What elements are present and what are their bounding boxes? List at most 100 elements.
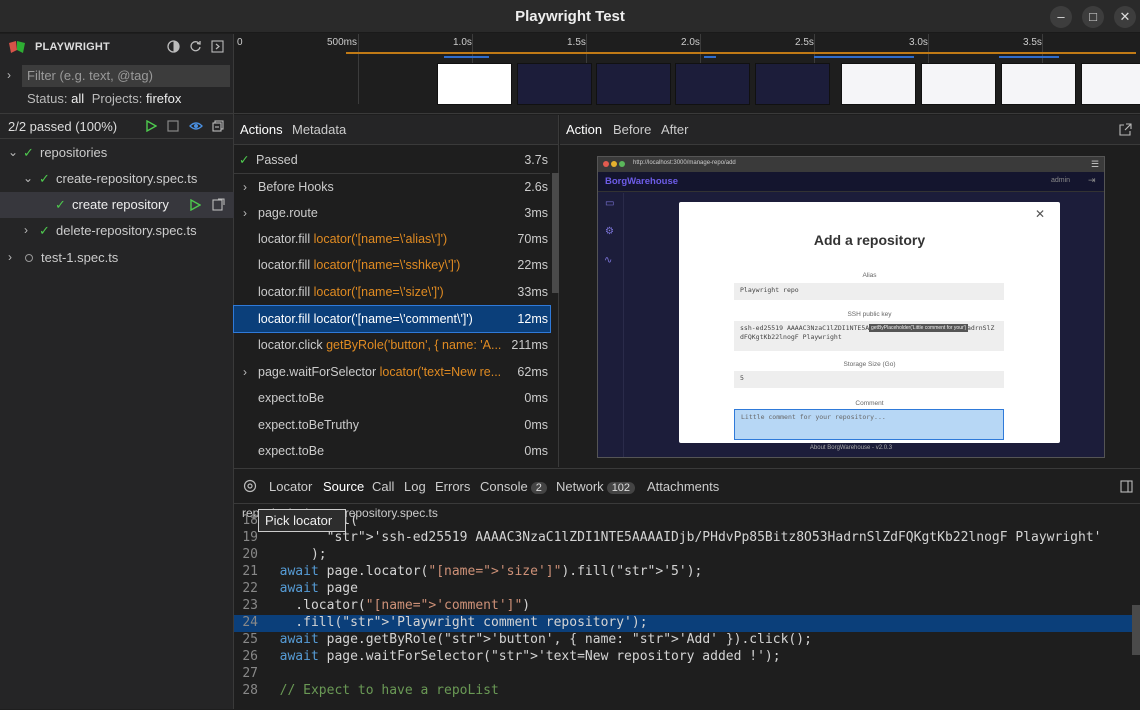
tree-item-create-spec[interactable]: ⌄ ✓ create-repository.spec.ts (0, 166, 234, 192)
timeline-tick: 500ms (327, 37, 358, 48)
tab-console[interactable]: Console 2 (480, 479, 547, 494)
timeline-tick: 1.5s (567, 37, 586, 48)
source-code-view[interactable]: 18 .fill(19 "str">'ssh-ed25519 AAAAC3Nza… (234, 513, 1140, 710)
status-value[interactable]: all (71, 91, 84, 106)
passed-row: ✓ Passed 3.7s (234, 147, 550, 173)
size-field: 5 (734, 371, 1004, 388)
status-line[interactable]: Status: all Projects: firefox (27, 91, 181, 106)
action-name: page.waitForSelector (258, 365, 377, 379)
action-row[interactable]: › page.waitForSelector locator('text=New… (234, 359, 550, 385)
summary-row: 2/2 passed (100%) (0, 113, 234, 139)
timeline-thumbnail[interactable] (596, 63, 671, 105)
chevron-right-icon[interactable]: › (243, 180, 247, 194)
line-number: 27 (242, 666, 258, 681)
action-row[interactable]: expect.toBeTruthy 0ms (234, 412, 550, 438)
action-row[interactable]: locator.fill locator('[name=\'size\']') … (234, 279, 550, 305)
action-row-selected[interactable]: locator.fill locator('[name=\'comment\']… (233, 305, 551, 333)
tab-network[interactable]: Network 102 (556, 479, 636, 494)
code-text: await page.locator("[name=">'size']").fi… (279, 564, 703, 579)
collapse-all-icon[interactable] (212, 120, 224, 132)
tree-item-create-repository[interactable]: ✓ create repository (0, 192, 234, 218)
watch-all-icon[interactable] (189, 120, 203, 132)
tree-item-test-1[interactable]: › test-1.spec.ts (0, 245, 234, 271)
action-row[interactable]: › Before Hooks 2.6s (234, 174, 550, 200)
action-name: expect.toBe (258, 391, 325, 405)
tab-network-label: Network (556, 479, 604, 494)
code-line: 25 await page.getByRole("str">'button', … (234, 632, 1132, 649)
action-time: 62ms (517, 365, 548, 379)
snapshot-tabs: Action Before After (560, 115, 1140, 145)
snapshot-browser[interactable]: http://localhost:3000/manage-repo/add ☰ … (597, 156, 1105, 458)
stop-icon[interactable] (167, 120, 179, 132)
tree-item-delete-spec[interactable]: › ✓ delete-repository.spec.ts (0, 218, 234, 244)
timeline[interactable]: 0 500ms 1.0s 1.5s 2.0s 2.5s 3.0s 3.5s (234, 34, 1140, 114)
pick-locator-icon[interactable] (243, 479, 257, 493)
projects-value[interactable]: firefox (146, 91, 181, 106)
minimize-button[interactable]: – (1050, 6, 1072, 28)
timeline-network-bar (814, 56, 914, 58)
tab-before[interactable]: Before (613, 122, 651, 137)
close-button[interactable]: ✕ (1114, 6, 1136, 28)
modal-title: Add a repository (813, 232, 926, 248)
network-count-badge: 102 (606, 482, 636, 494)
reload-icon[interactable] (189, 40, 202, 53)
run-test-icon[interactable] (190, 199, 201, 211)
timeline-action-bar (346, 52, 1136, 54)
timeline-thumbnail[interactable] (1081, 63, 1140, 105)
code-line: 27 (234, 666, 1132, 683)
timeline-thumbnail[interactable] (517, 63, 592, 105)
tab-errors[interactable]: Errors (435, 479, 470, 494)
maximize-button[interactable]: □ (1082, 6, 1104, 28)
tab-source[interactable]: Source (323, 479, 364, 494)
code-line: 23 .locator("[name=">'comment']") (234, 598, 1132, 615)
tab-metadata[interactable]: Metadata (292, 122, 346, 137)
chevron-right-icon[interactable]: › (243, 206, 247, 220)
tab-after[interactable]: After (661, 122, 688, 137)
brand-name: BorgWarehouse (605, 176, 679, 187)
expand-filters-icon[interactable]: › (7, 68, 11, 82)
window-title: Playwright Test (515, 8, 625, 25)
toggle-sidebar-icon[interactable] (1120, 480, 1133, 493)
tab-attachments[interactable]: Attachments (647, 479, 719, 494)
theme-toggle-icon[interactable] (167, 40, 180, 53)
open-external-icon[interactable] (1119, 123, 1132, 136)
go-to-source-icon[interactable] (212, 198, 225, 211)
chevron-down-icon[interactable]: ⌄ (8, 145, 18, 159)
tab-actions[interactable]: Actions (240, 122, 283, 137)
bottom-panel: Locator Source Call Log Errors Console 2 … (234, 468, 1140, 709)
action-row[interactable]: expect.toBe 0ms (234, 385, 550, 411)
action-time: 3ms (524, 206, 548, 220)
timeline-thumbnail[interactable] (755, 63, 830, 105)
sidebar-header: PLAYWRIGHT (0, 34, 234, 61)
action-row[interactable]: › page.route 3ms (234, 200, 550, 226)
alias-label: Alias (862, 272, 877, 279)
tab-call[interactable]: Call (372, 479, 394, 494)
actions-scrollbar[interactable] (552, 173, 559, 293)
timeline-thumbnail[interactable] (675, 63, 750, 105)
timeline-thumbnail[interactable] (437, 63, 512, 105)
action-row[interactable]: locator.click getByRole('button', { name… (234, 332, 550, 358)
chevron-right-icon[interactable]: › (8, 250, 12, 264)
action-locator: getByRole('button', { name: 'A... (326, 338, 502, 352)
code-scrollbar[interactable] (1132, 605, 1140, 655)
tree-item-repositories[interactable]: ⌄ ✓ repositories (0, 140, 234, 166)
run-all-icon[interactable] (145, 120, 157, 132)
tab-action[interactable]: Action (566, 122, 602, 137)
action-row[interactable]: locator.fill locator('[name=\'alias\']')… (234, 226, 550, 252)
chevron-right-icon[interactable]: › (24, 223, 28, 237)
timeline-thumbnail[interactable] (1001, 63, 1076, 105)
tab-log[interactable]: Log (404, 479, 426, 494)
action-time: 0ms (524, 418, 548, 432)
status-label: Status: (27, 91, 68, 106)
chevron-right-icon[interactable]: › (243, 365, 247, 379)
filter-input[interactable]: Filter (e.g. text, @tag) (22, 65, 230, 87)
action-time: 22ms (517, 258, 548, 272)
action-row[interactable]: expect.toBe 0ms (234, 438, 550, 464)
toggle-output-icon[interactable] (211, 40, 224, 53)
chevron-down-icon[interactable]: ⌄ (23, 171, 33, 185)
action-time: 0ms (524, 391, 548, 405)
timeline-thumbnail[interactable] (841, 63, 916, 105)
timeline-thumbnail[interactable] (921, 63, 996, 105)
action-row[interactable]: locator.fill locator('[name=\'sshkey\']'… (234, 252, 550, 278)
tab-locator[interactable]: Locator (269, 479, 312, 494)
